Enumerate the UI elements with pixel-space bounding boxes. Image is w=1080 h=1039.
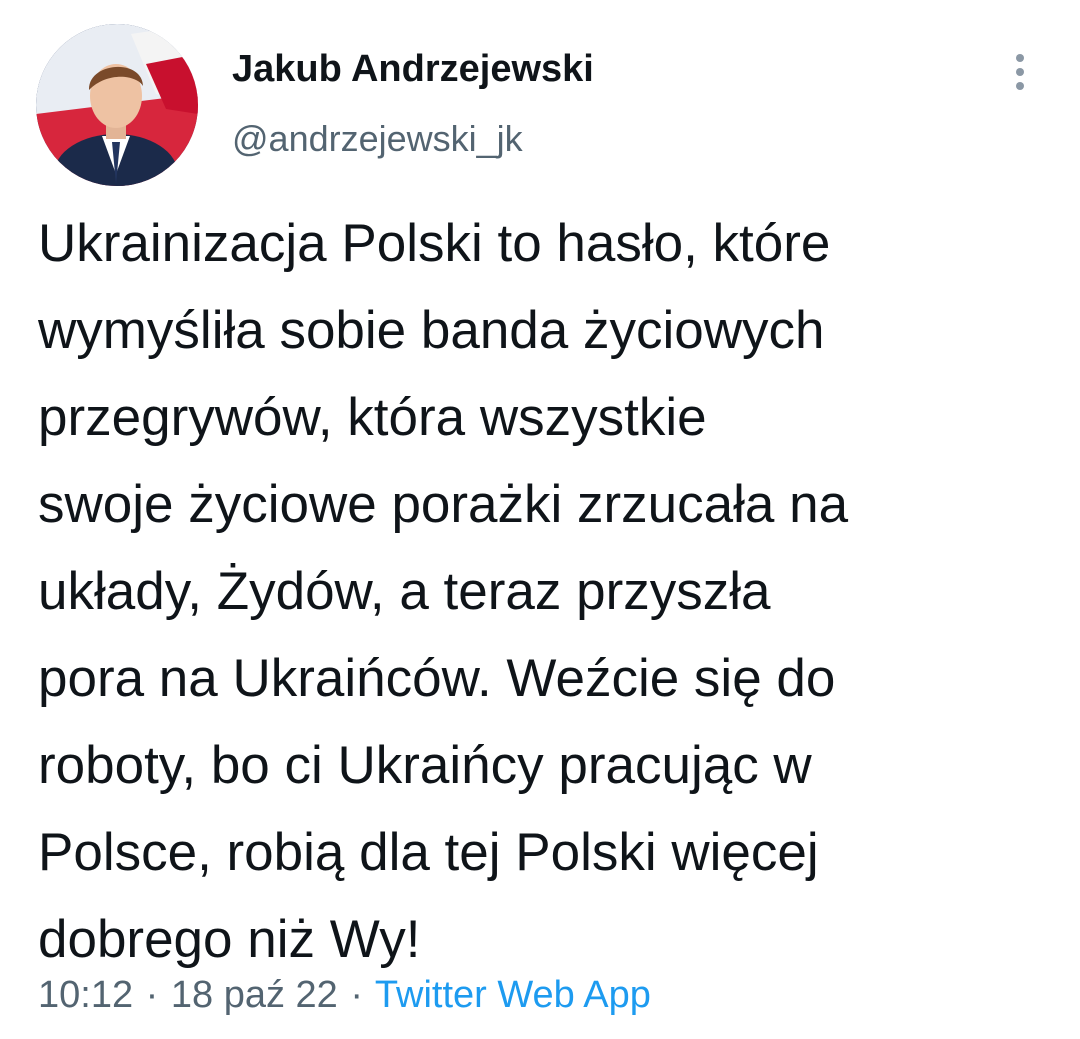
tweet-text-line: Ukrainizacja Polski to hasło, które	[38, 214, 831, 273]
tweet-date[interactable]: 18 paź 22	[171, 974, 338, 1016]
avatar[interactable]	[36, 24, 198, 186]
tweet-text-line: układy, Żydów, a teraz przyszła	[38, 562, 771, 621]
meta-separator: ·	[350, 974, 364, 1016]
tweet: Jakub Andrzejewski @andrzejewski_jk Ukra…	[0, 0, 1080, 1039]
tweet-meta: 10:12 · 18 paź 22 · Twitter Web App	[38, 970, 651, 1020]
meta-separator: ·	[145, 974, 159, 1016]
author-name[interactable]: Jakub Andrzejewski	[232, 48, 594, 91]
tweet-time[interactable]: 10:12	[38, 974, 133, 1016]
tweet-source-link[interactable]: Twitter Web App	[375, 974, 651, 1016]
tweet-text-line: wymyśliła sobie banda życiowych	[38, 301, 825, 360]
avatar-image	[36, 24, 198, 186]
author-handle[interactable]: @andrzejewski_jk	[232, 118, 523, 160]
more-options-button[interactable]	[1000, 48, 1040, 96]
tweet-text-line: pora na Ukraińców. Weźcie się do	[38, 649, 836, 708]
tweet-text-line: przegrywów, która wszystkie	[38, 388, 707, 447]
tweet-text: Ukrainizacja Polski to hasło, które wymy…	[38, 200, 1048, 983]
more-vertical-icon	[1016, 54, 1024, 90]
tweet-text-line: roboty, bo ci Ukraińcy pracując w	[38, 736, 812, 795]
tweet-text-line: swoje życiowe porażki zrzucała na	[38, 475, 849, 534]
tweet-text-line: Polsce, robią dla tej Polski więcej	[38, 823, 819, 882]
